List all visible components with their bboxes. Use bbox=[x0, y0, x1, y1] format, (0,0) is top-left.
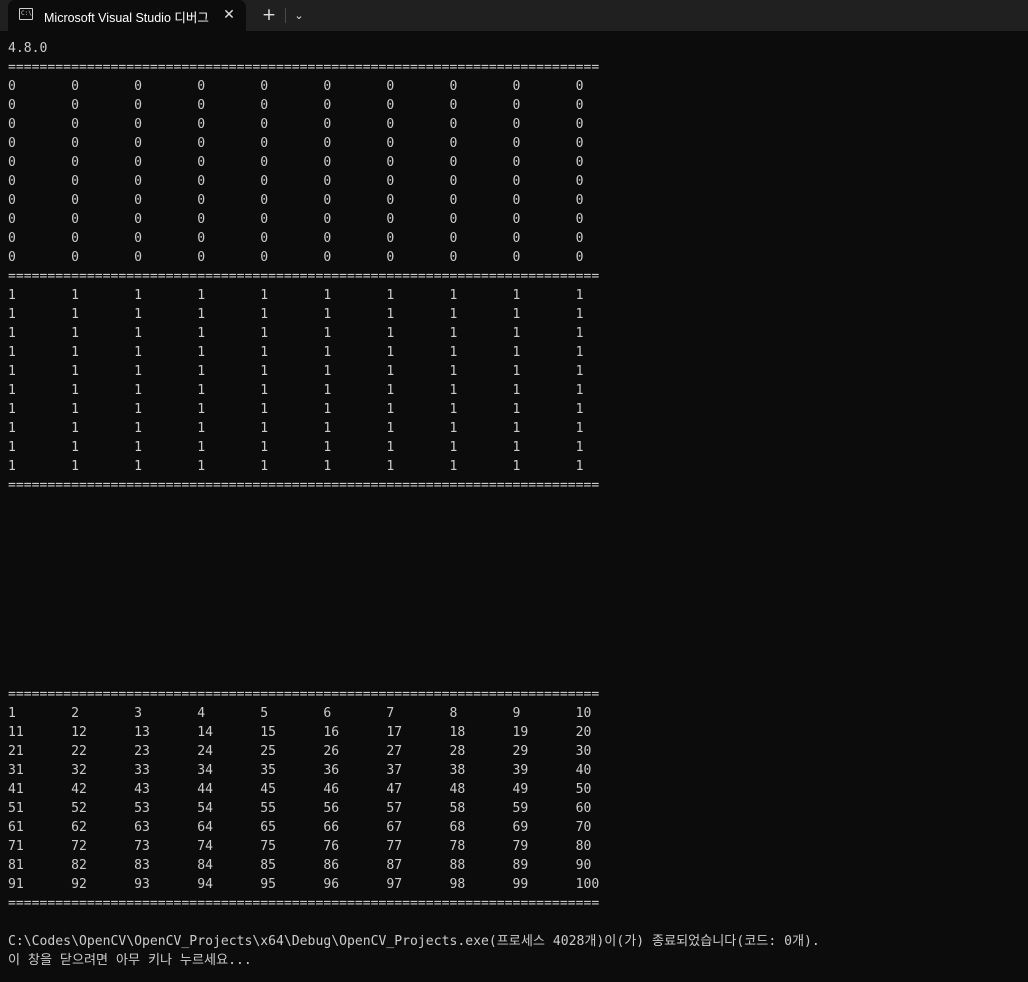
new-tab-button[interactable]: + bbox=[258, 5, 280, 25]
console-line: 0 0 0 0 0 0 0 0 0 0 bbox=[8, 155, 584, 170]
console-line: 61 62 63 64 65 66 67 68 69 70 bbox=[8, 820, 592, 835]
console-line: ========================================… bbox=[8, 478, 600, 493]
console-line: 0 0 0 0 0 0 0 0 0 0 bbox=[8, 250, 584, 265]
console-line: ========================================… bbox=[8, 896, 600, 911]
console-line: 0 0 0 0 0 0 0 0 0 0 bbox=[8, 193, 584, 208]
console-line: 1 1 1 1 1 1 1 1 1 1 bbox=[8, 402, 584, 417]
console-line: ========================================… bbox=[8, 60, 600, 75]
console-line: 1 1 1 1 1 1 1 1 1 1 bbox=[8, 383, 584, 398]
console-line: 1 2 3 4 5 6 7 8 9 10 bbox=[8, 706, 592, 721]
toolbar-divider bbox=[285, 8, 286, 23]
console-line: 31 32 33 34 35 36 37 38 39 40 bbox=[8, 763, 592, 778]
console-line: 0 0 0 0 0 0 0 0 0 0 bbox=[8, 231, 584, 246]
console-output[interactable]: 4.8.0 ===================================… bbox=[8, 39, 1023, 970]
console-line: C:\Codes\OpenCV\OpenCV_Projects\x64\Debu… bbox=[8, 934, 820, 949]
console-line: 1 1 1 1 1 1 1 1 1 1 bbox=[8, 459, 584, 474]
chevron-down-icon[interactable]: ⌄ bbox=[289, 6, 309, 26]
close-icon[interactable]: ✕ bbox=[220, 6, 238, 24]
console-line: 1 1 1 1 1 1 1 1 1 1 bbox=[8, 440, 584, 455]
tab-title: Microsoft Visual Studio 디버그 bbox=[44, 11, 209, 25]
console-line: 0 0 0 0 0 0 0 0 0 0 bbox=[8, 117, 584, 132]
console-line: 41 42 43 44 45 46 47 48 49 50 bbox=[8, 782, 592, 797]
console-line: 4.8.0 bbox=[8, 41, 48, 56]
title-bar: C:\ Microsoft Visual Studio 디버그 ✕ + ⌄ bbox=[0, 0, 1028, 31]
console-line: 1 1 1 1 1 1 1 1 1 1 bbox=[8, 421, 584, 436]
terminal-window: C:\ Microsoft Visual Studio 디버그 ✕ + ⌄ 4.… bbox=[0, 0, 1028, 982]
console-line: 0 0 0 0 0 0 0 0 0 0 bbox=[8, 79, 584, 94]
console-line: 91 92 93 94 95 96 97 98 99 100 bbox=[8, 877, 600, 892]
console-line: 1 1 1 1 1 1 1 1 1 1 bbox=[8, 364, 584, 379]
console-line: 71 72 73 74 75 76 77 78 79 80 bbox=[8, 839, 592, 854]
console-icon: C:\ bbox=[19, 8, 33, 20]
console-line: 0 0 0 0 0 0 0 0 0 0 bbox=[8, 212, 584, 227]
console-line: 이 창을 닫으려면 아무 키나 누르세요... bbox=[8, 953, 252, 968]
console-line: 1 1 1 1 1 1 1 1 1 1 bbox=[8, 345, 584, 360]
console-line: 0 0 0 0 0 0 0 0 0 0 bbox=[8, 136, 584, 151]
console-line: 0 0 0 0 0 0 0 0 0 0 bbox=[8, 98, 584, 113]
console-line: 81 82 83 84 85 86 87 88 89 90 bbox=[8, 858, 592, 873]
console-line: ========================================… bbox=[8, 269, 600, 284]
console-line: 51 52 53 54 55 56 57 58 59 60 bbox=[8, 801, 592, 816]
console-line: ========================================… bbox=[8, 687, 600, 702]
console-line: 1 1 1 1 1 1 1 1 1 1 bbox=[8, 288, 584, 303]
console-line: 0 0 0 0 0 0 0 0 0 0 bbox=[8, 174, 584, 189]
console-line: 1 1 1 1 1 1 1 1 1 1 bbox=[8, 326, 584, 341]
console-line: 11 12 13 14 15 16 17 18 19 20 bbox=[8, 725, 592, 740]
tab-debug-console[interactable]: C:\ Microsoft Visual Studio 디버그 ✕ bbox=[8, 0, 246, 31]
console-line: 21 22 23 24 25 26 27 28 29 30 bbox=[8, 744, 592, 759]
console-line: 1 1 1 1 1 1 1 1 1 1 bbox=[8, 307, 584, 322]
